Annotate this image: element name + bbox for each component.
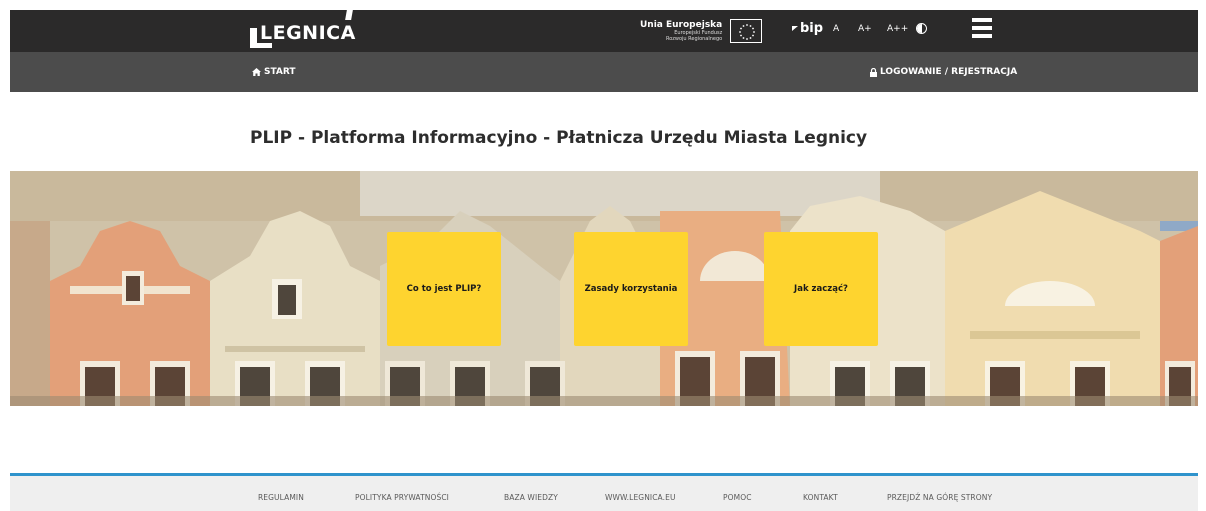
how-to-start-tile[interactable]: Jak zacząć? bbox=[764, 232, 878, 346]
login-register-link[interactable]: LOGOWANIE / REJESTRACJA bbox=[870, 67, 1017, 77]
home-icon bbox=[252, 68, 261, 76]
footer-link-knowledge-base[interactable]: BAZA WIEDZY bbox=[504, 493, 558, 502]
nav-bar: START LOGOWANIE / REJESTRACJA bbox=[10, 52, 1198, 92]
what-is-plip-tile[interactable]: Co to jest PLIP? bbox=[387, 232, 501, 346]
lock-icon bbox=[870, 67, 877, 77]
hero-banner: Co to jest PLIP? Zasady korzystania Jak … bbox=[10, 171, 1198, 406]
font-size-xlarge-button[interactable]: A++ bbox=[887, 24, 908, 34]
eu-funding-text: Unia Europejska Europejski Fundusz Rozwo… bbox=[640, 19, 723, 42]
eu-flag-icon bbox=[730, 19, 763, 43]
terms-of-use-tile[interactable]: Zasady korzystania bbox=[574, 232, 688, 346]
what-is-plip-label: Co to jest PLIP? bbox=[406, 284, 482, 294]
bip-logo-icon bbox=[792, 26, 798, 31]
how-to-start-label: Jak zacząć? bbox=[794, 284, 848, 294]
logo-tick-shape bbox=[345, 10, 353, 20]
terms-of-use-label: Zasady korzystania bbox=[584, 284, 678, 294]
font-size-large-button[interactable]: A+ bbox=[858, 24, 872, 34]
eu-sub-line-1: Europejski Fundusz bbox=[674, 29, 723, 36]
footer-link-back-to-top[interactable]: PRZEJDŹ NA GÓRĘ STRONY bbox=[887, 493, 992, 502]
footer-link-legnica-website[interactable]: WWW.LEGNICA.EU bbox=[605, 493, 676, 502]
footer-link-help[interactable]: POMOC bbox=[723, 493, 752, 502]
eu-sub-line-2: Rozwoju Regionalnego bbox=[665, 35, 723, 42]
bip-link[interactable]: bip bbox=[792, 21, 823, 36]
legnica-logo[interactable]: LEGNICA bbox=[250, 10, 370, 48]
hamburger-menu-icon[interactable] bbox=[972, 18, 992, 38]
font-size-normal-button[interactable]: A bbox=[833, 24, 839, 34]
footer-link-regulamin[interactable]: REGULAMIN bbox=[258, 493, 304, 502]
start-link[interactable]: START bbox=[252, 67, 296, 77]
logo-text: LEGNICA bbox=[260, 22, 356, 44]
top-bar: LEGNICA Unia Europejska Europejski Fundu… bbox=[10, 10, 1198, 52]
footer: REGULAMIN POLITYKA PRYWATNOŚCI BAZA WIED… bbox=[10, 476, 1198, 511]
eu-title: Unia Europejska bbox=[640, 19, 723, 30]
start-label: START bbox=[264, 67, 296, 77]
footer-link-privacy-policy[interactable]: POLITYKA PRYWATNOŚCI bbox=[355, 493, 449, 502]
eu-funding-badge: Unia Europejska Europejski Fundusz Rozwo… bbox=[640, 12, 763, 50]
page-title: PLIP - Platforma Informacyjno - Płatnicz… bbox=[250, 128, 868, 148]
contrast-toggle-icon[interactable] bbox=[916, 23, 927, 34]
footer-link-contact[interactable]: KONTAKT bbox=[803, 493, 838, 502]
login-register-label: LOGOWANIE / REJESTRACJA bbox=[880, 67, 1018, 77]
bip-label: bip bbox=[800, 21, 824, 36]
